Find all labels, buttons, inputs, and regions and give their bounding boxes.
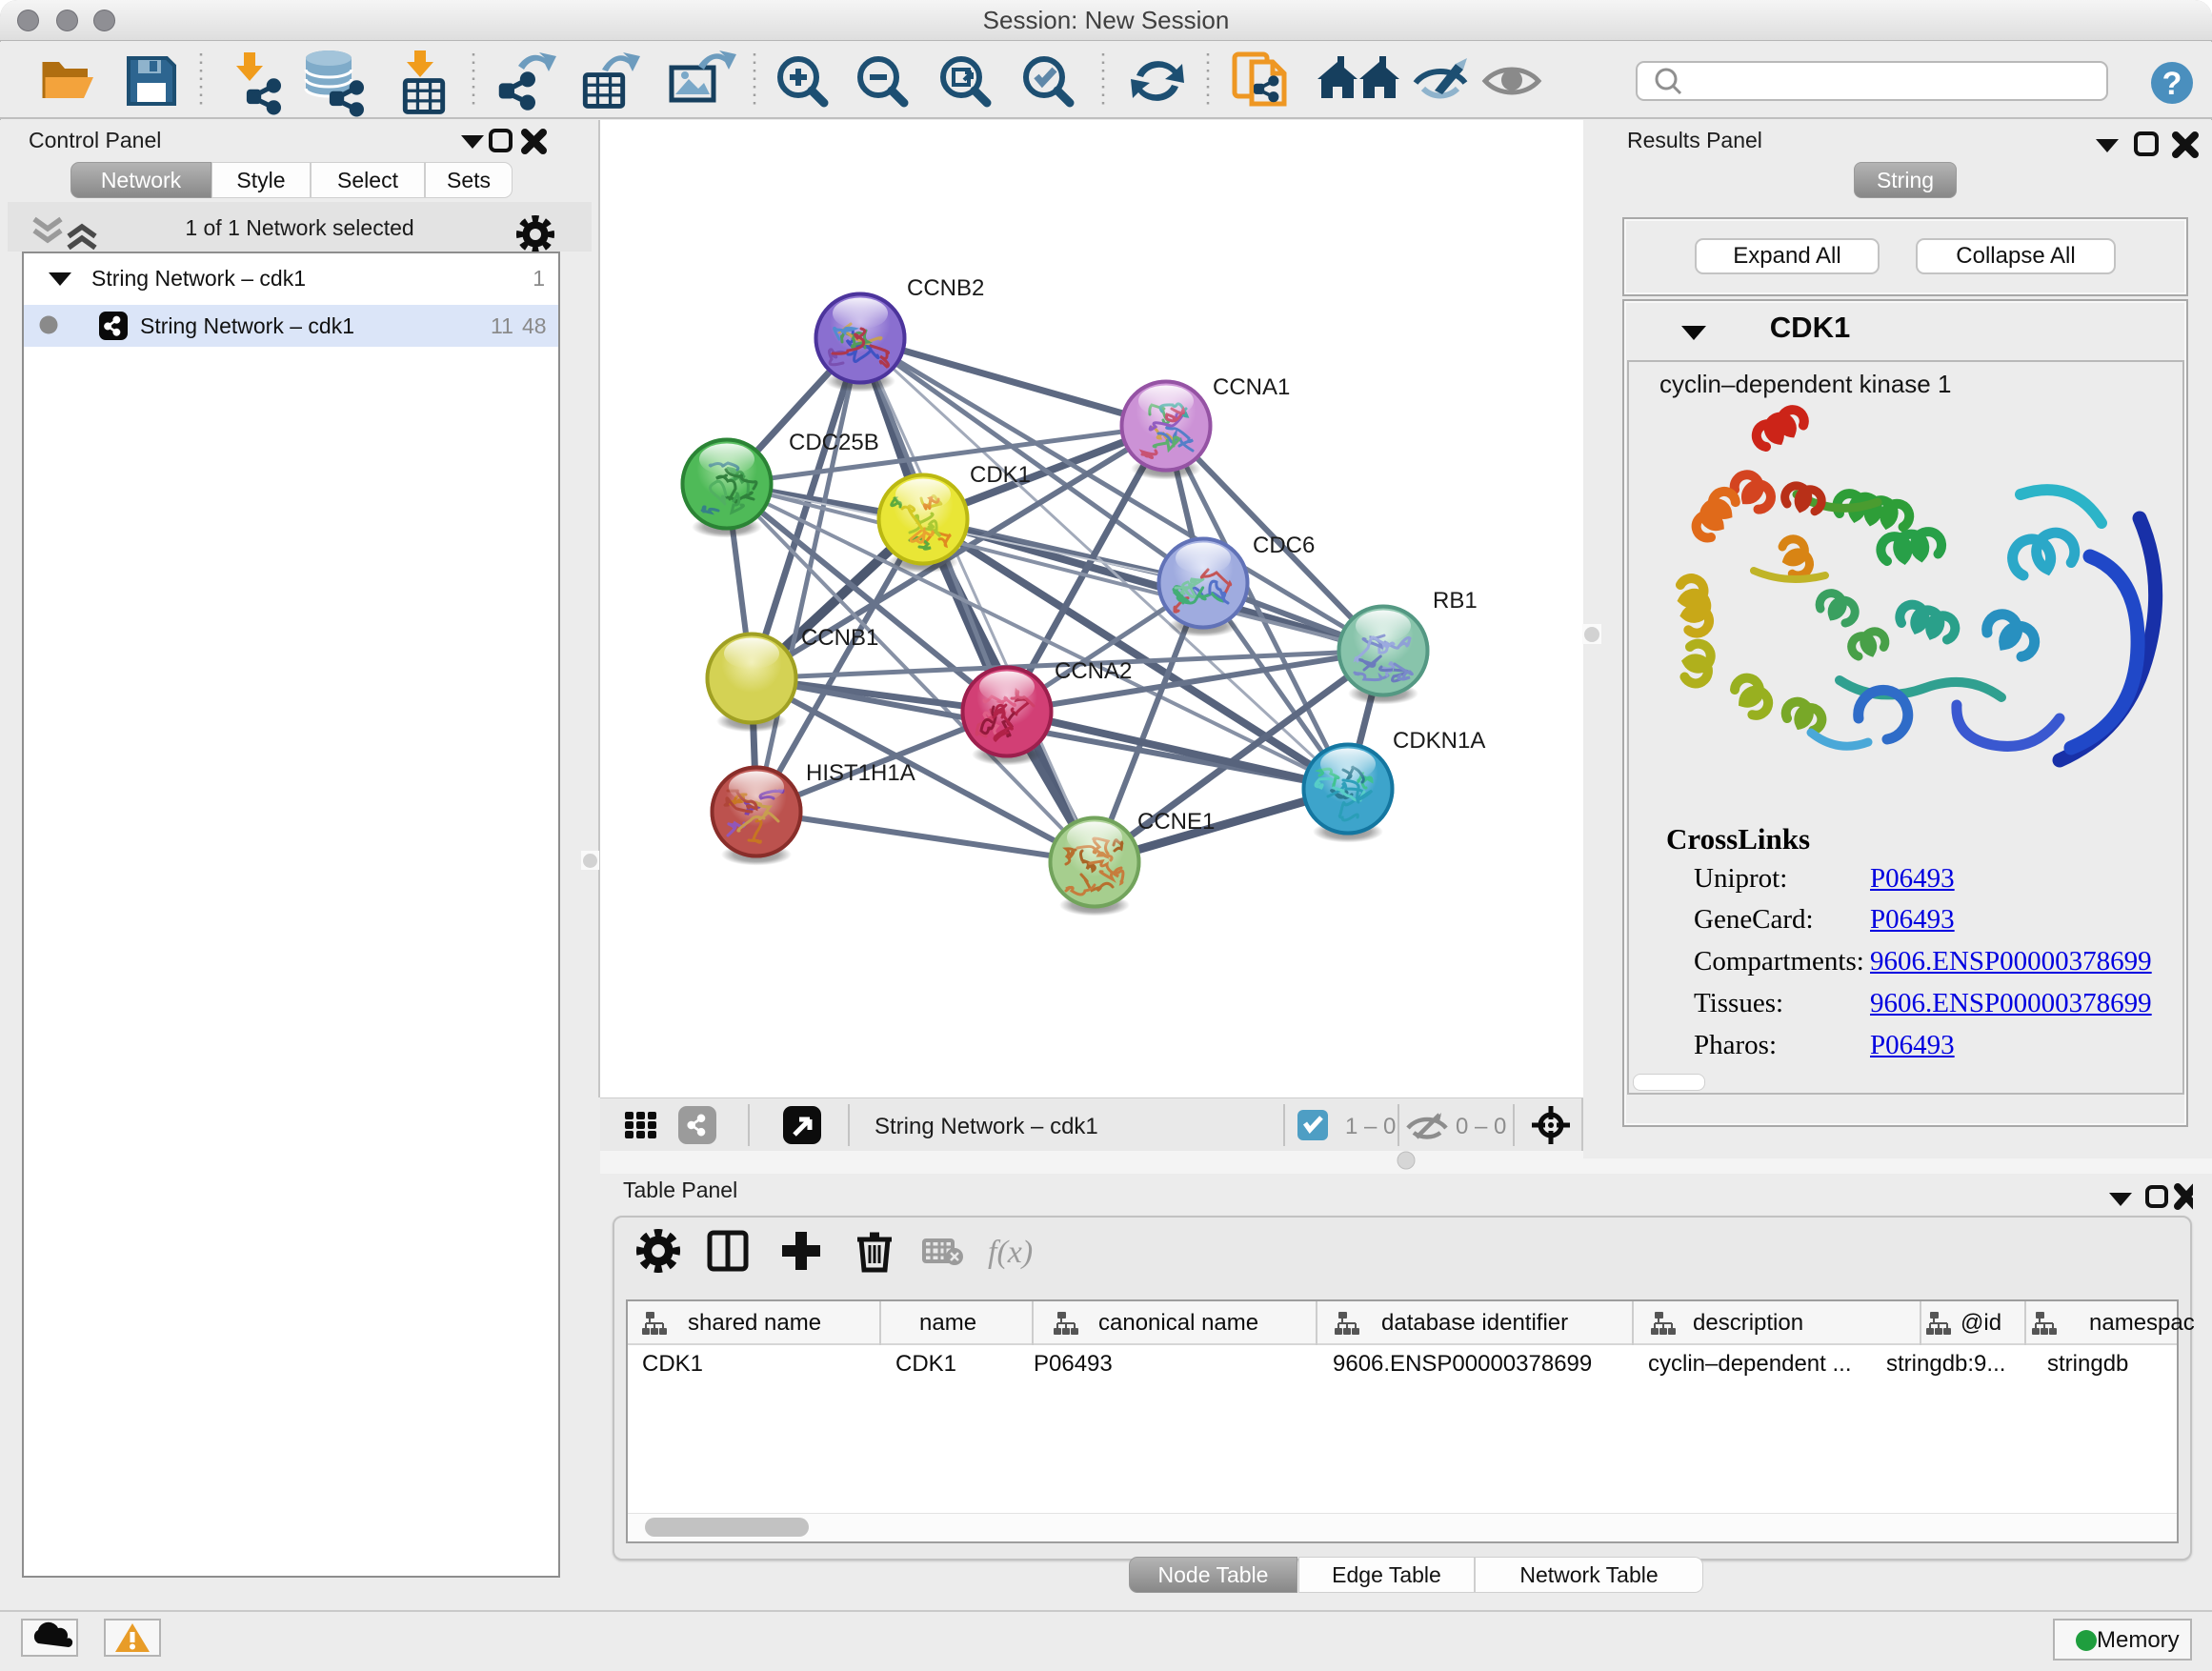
svg-text:CCNE1: CCNE1 (1137, 809, 1215, 835)
svg-text:CCNB1: CCNB1 (801, 625, 878, 651)
svg-text:HIST1H1A: HIST1H1A (806, 760, 915, 786)
svg-text:0 – 0: 0 – 0 (1456, 1114, 1506, 1139)
svg-text:String Network – cdk1: String Network – cdk1 (875, 1114, 1098, 1139)
svg-text:f(x): f(x) (988, 1235, 1033, 1270)
svg-text:1 – 0: 1 – 0 (1345, 1114, 1396, 1139)
svg-text:CDK1: CDK1 (970, 462, 1031, 488)
svg-text:CDKN1A: CDKN1A (1393, 728, 1485, 754)
svg-text:CDC6: CDC6 (1253, 533, 1315, 558)
svg-text:CCNA2: CCNA2 (1055, 658, 1132, 684)
svg-text:CCNB2: CCNB2 (907, 275, 984, 301)
svg-text:CDC25B: CDC25B (789, 430, 879, 455)
svg-text:?: ? (2162, 66, 2182, 102)
svg-text:CCNA1: CCNA1 (1213, 374, 1290, 400)
svg-text:RB1: RB1 (1433, 588, 1478, 614)
